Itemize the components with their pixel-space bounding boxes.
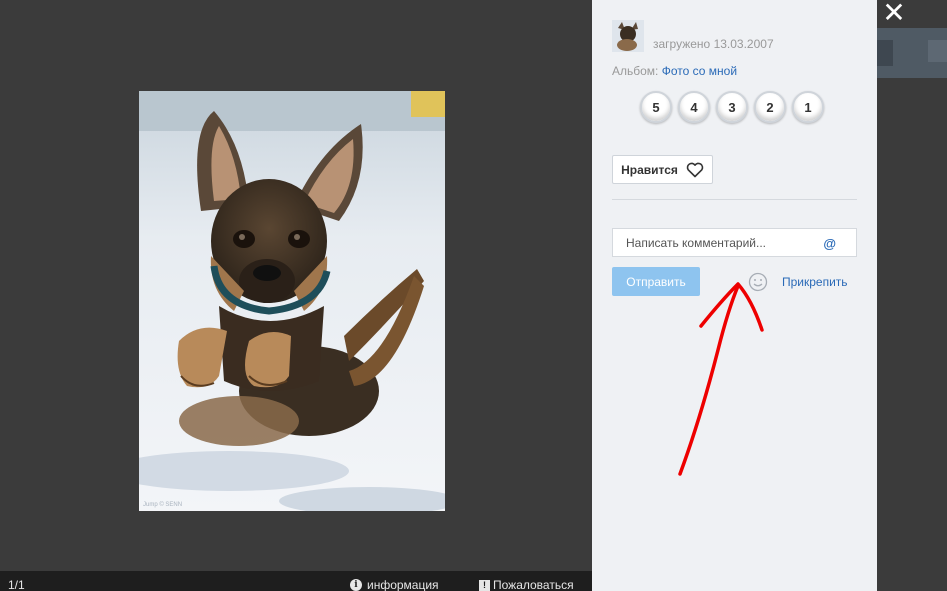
info-label: информация bbox=[367, 578, 439, 591]
viewer-bottom-bar: 1/1 i информация ! Пожаловаться bbox=[0, 571, 592, 591]
upload-date: загружено 13.03.2007 bbox=[653, 37, 774, 51]
rate-1-button[interactable]: 1 bbox=[792, 91, 824, 123]
mention-button[interactable]: @ bbox=[823, 236, 836, 251]
rate-3-button[interactable]: 3 bbox=[716, 91, 748, 123]
background-square bbox=[928, 40, 947, 62]
report-link[interactable]: ! Пожаловаться bbox=[479, 578, 574, 591]
close-icon[interactable]: ✕ bbox=[882, 0, 906, 27]
exclamation-icon: ! bbox=[479, 579, 490, 591]
album-link[interactable]: Фото со мной bbox=[662, 64, 737, 78]
photo-side-panel: загружено 13.03.2007 Альбом: Фото со мно… bbox=[592, 0, 877, 591]
background-strip bbox=[877, 0, 947, 591]
album-info: Альбом: Фото со мной bbox=[612, 64, 737, 78]
rate-2-button[interactable]: 2 bbox=[754, 91, 786, 123]
send-button[interactable]: Отправить bbox=[612, 267, 700, 296]
info-icon: i bbox=[350, 579, 362, 591]
report-label: Пожаловаться bbox=[493, 578, 574, 591]
like-label: Нравится bbox=[621, 162, 678, 177]
photo-viewer: Jump © SENN 1/1 i информация ! Пожаловат… bbox=[0, 0, 592, 591]
photo[interactable]: Jump © SENN bbox=[139, 91, 445, 511]
comment-input[interactable] bbox=[613, 229, 818, 256]
smiley-icon[interactable] bbox=[748, 272, 768, 292]
info-link[interactable]: i информация bbox=[350, 578, 439, 591]
rate-4-button[interactable]: 4 bbox=[678, 91, 710, 123]
background-icon bbox=[877, 40, 893, 66]
avatar[interactable] bbox=[612, 20, 644, 52]
photo-counter: 1/1 bbox=[8, 578, 25, 591]
rate-5-button[interactable]: 5 bbox=[640, 91, 672, 123]
dog-photo-image bbox=[139, 91, 445, 511]
comment-box: @ bbox=[612, 228, 857, 257]
album-label: Альбом: bbox=[612, 64, 659, 78]
attach-link[interactable]: Прикрепить bbox=[782, 275, 848, 289]
author-name-redacted[interactable] bbox=[654, 20, 744, 30]
rating-buttons: 5 4 3 2 1 bbox=[640, 91, 824, 123]
photo-credit: Jump © SENN bbox=[143, 502, 183, 508]
heart-icon bbox=[686, 162, 704, 177]
divider bbox=[612, 199, 857, 200]
like-button[interactable]: Нравится bbox=[612, 155, 713, 184]
